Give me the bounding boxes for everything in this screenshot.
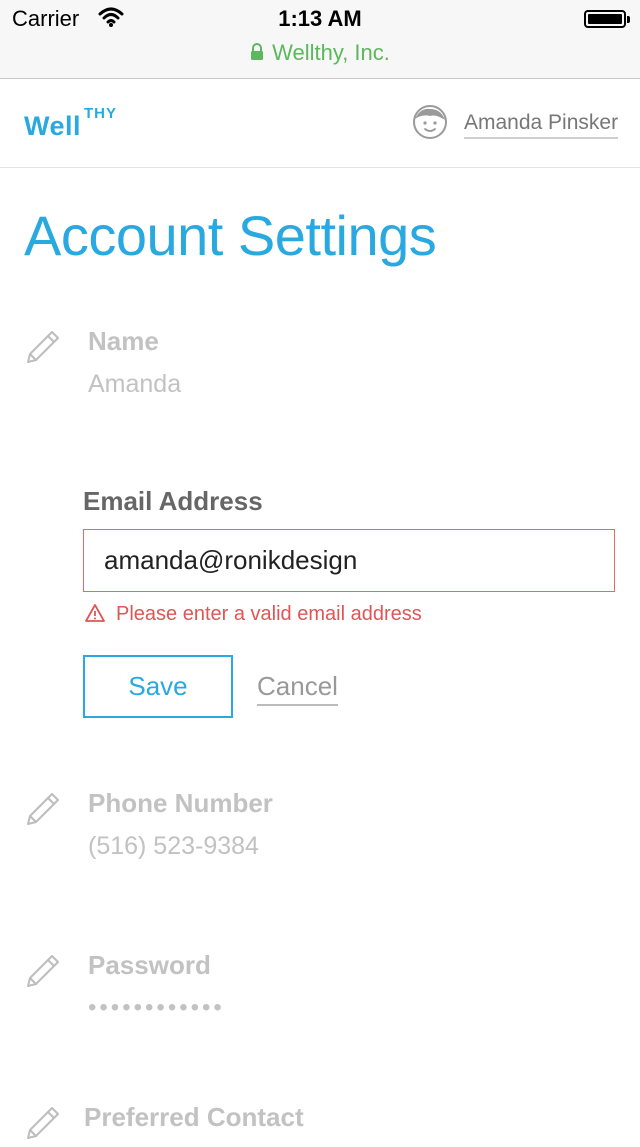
preferred-contact-label: Preferred Contact [84, 1102, 304, 1132]
password-value: •••••••••••• [88, 994, 225, 1021]
wellthy-logo[interactable]: Well THY [24, 105, 116, 142]
name-label: Name [88, 326, 159, 356]
app-header: Well THY Amanda Pinsker [0, 79, 640, 168]
battery-icon [584, 10, 630, 28]
save-button[interactable]: Save [83, 655, 233, 718]
logo-superscript: THY [84, 105, 117, 122]
name-value: Amanda [88, 370, 182, 398]
user-name-link[interactable]: Amanda Pinsker [464, 111, 619, 139]
logo-text: Well [24, 111, 82, 141]
phone-label: Phone Number [88, 788, 273, 818]
status-bar: Carrier 1:13 AM Wellthy, Inc. [0, 0, 640, 79]
site-identity[interactable]: Wellthy, Inc. [0, 40, 640, 67]
email-input[interactable] [83, 529, 615, 592]
avatar-face-icon[interactable] [412, 104, 448, 140]
email-error-message: Please enter a valid email address [84, 603, 422, 629]
error-text: Please enter a valid email address [116, 603, 422, 625]
pencil-icon[interactable] [24, 786, 66, 828]
pencil-icon[interactable] [24, 324, 66, 366]
warning-icon [84, 603, 106, 629]
lock-icon [250, 41, 264, 67]
page-title: Account Settings [24, 204, 437, 267]
cancel-link[interactable]: Cancel [257, 671, 338, 706]
site-name: Wellthy, Inc. [272, 40, 390, 65]
status-time: 1:13 AM [278, 6, 362, 31]
email-label: Email Address [83, 486, 263, 516]
pencil-icon[interactable] [24, 948, 66, 990]
password-label: Password [88, 950, 211, 980]
pencil-icon[interactable] [24, 1100, 66, 1142]
phone-value: (516) 523-9384 [88, 832, 259, 860]
